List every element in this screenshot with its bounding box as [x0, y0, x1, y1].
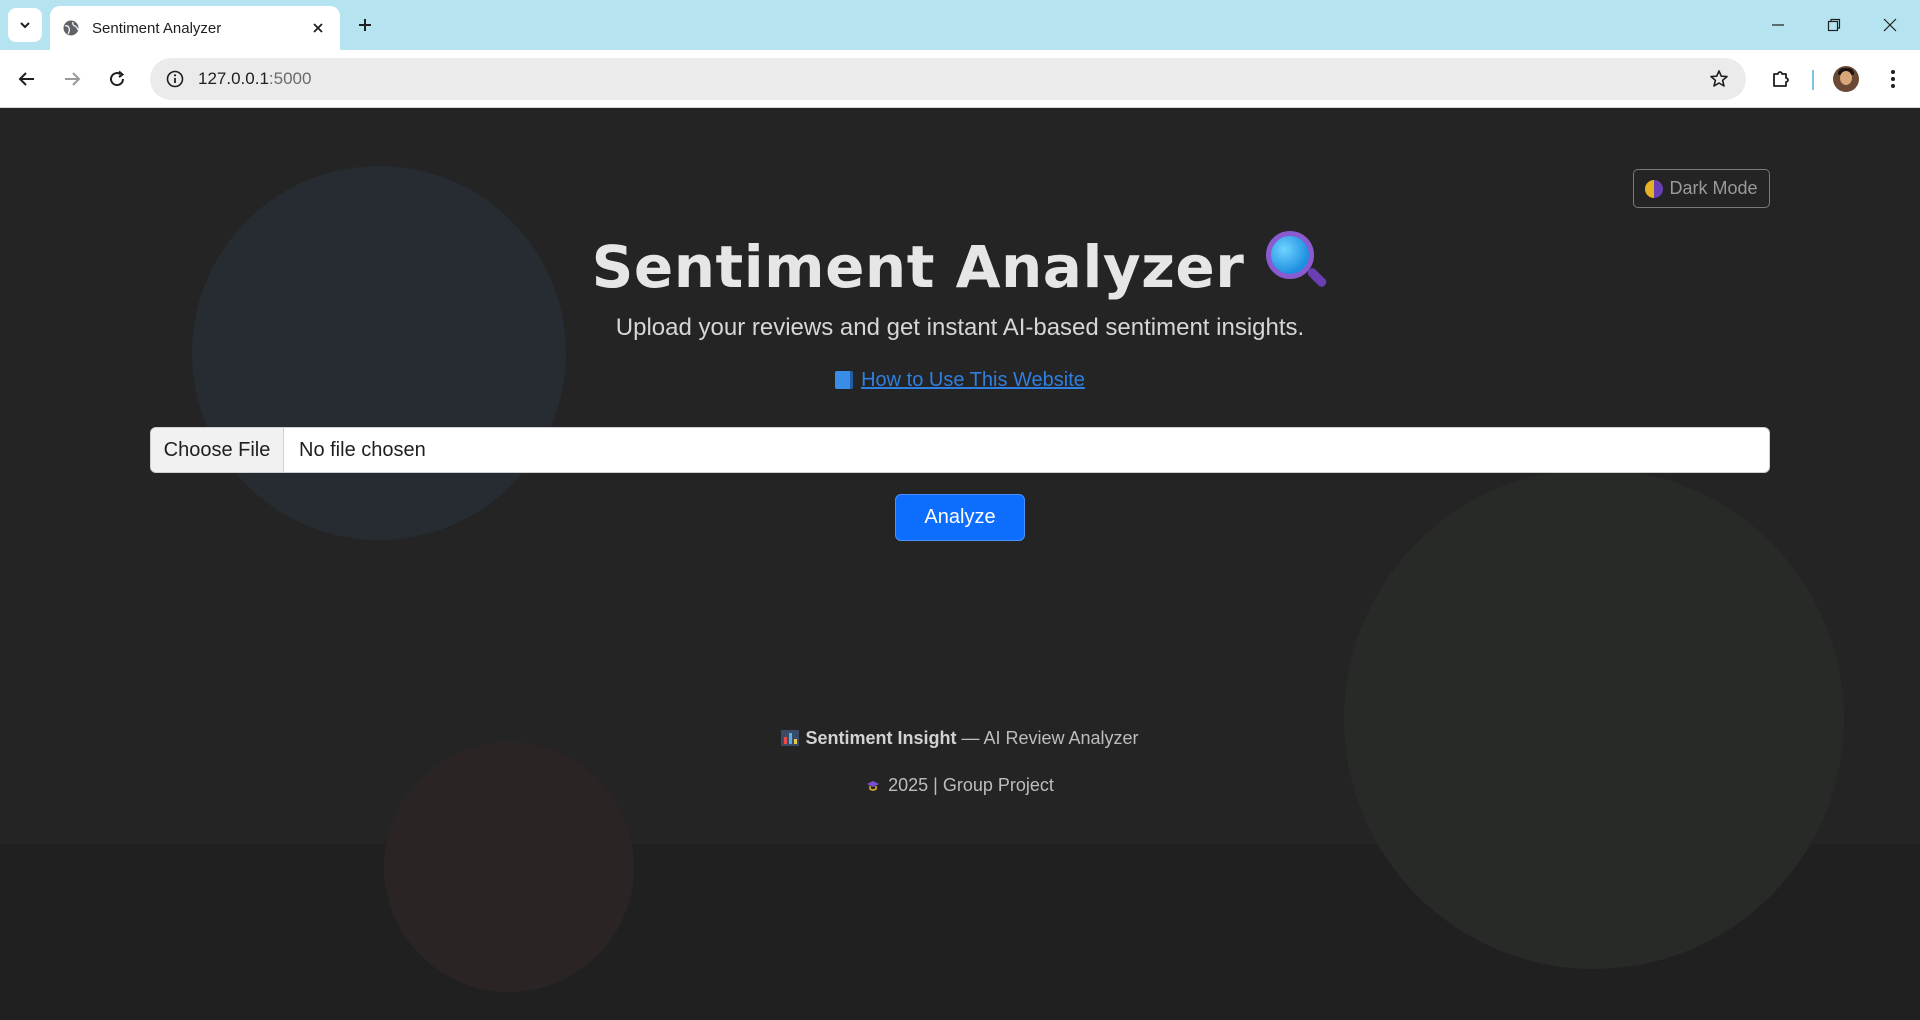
half-moon-icon [1645, 179, 1664, 198]
url-port: :5000 [268, 69, 312, 88]
page-title: Sentiment Analyzer [0, 231, 1920, 301]
dark-mode-label: Dark Mode [1669, 178, 1758, 198]
footer-tagline: — AI Review Analyzer [961, 728, 1139, 748]
page-subtitle: Upload your reviews and get instant AI-b… [615, 314, 1305, 341]
address-bar[interactable]: 127.0.0.1:5000 [150, 58, 1746, 100]
extensions-button[interactable] [1764, 62, 1798, 96]
url-host: 127.0.0.1 [198, 69, 269, 88]
close-icon [1883, 18, 1897, 32]
file-upload-input[interactable]: Choose File No file chosen [150, 427, 1770, 473]
new-tab-button[interactable] [350, 10, 380, 40]
footer-brand: Sentiment Insight [805, 728, 957, 748]
background-circle [192, 166, 566, 540]
browser-menu-button[interactable] [1876, 62, 1910, 96]
puzzle-icon [1773, 71, 1789, 87]
close-window-button[interactable] [1862, 0, 1918, 50]
analyze-button[interactable]: Analyze [895, 494, 1025, 541]
arrow-left-icon [18, 72, 34, 86]
how-to-link-text: How to Use This Website [861, 369, 1085, 391]
forward-button[interactable] [55, 62, 89, 96]
close-tab-icon[interactable] [308, 18, 328, 38]
footer-brand-line: Sentiment Insight — AI Review Analyzer [0, 728, 1920, 749]
browser-tabstrip: Sentiment Analyzer [0, 0, 1920, 50]
book-icon [835, 371, 854, 389]
file-status-text: No file chosen [299, 438, 426, 461]
how-to-section: How to Use This Website [0, 369, 1920, 392]
toolbar-divider [1812, 70, 1814, 90]
bookmark-star-icon[interactable] [1706, 66, 1732, 92]
footer-credit-line: 2025 | Group Project [0, 775, 1920, 796]
back-button[interactable] [10, 62, 44, 96]
profile-avatar[interactable] [1833, 66, 1859, 92]
footer-credit: 2025 | Group Project [888, 775, 1054, 795]
background-circle [1344, 469, 1844, 969]
minimize-window-button[interactable] [1750, 0, 1806, 50]
more-vertical-icon [1891, 70, 1895, 88]
arrow-right-icon [65, 72, 81, 86]
page-content: Dark Mode Sentiment Analyzer Upload your… [0, 109, 1920, 1020]
page-title-text: Sentiment Analyzer [591, 233, 1245, 301]
chevron-down-icon [20, 22, 30, 29]
reload-button[interactable] [100, 62, 134, 96]
bar-chart-icon [781, 730, 800, 746]
url-text: 127.0.0.1:5000 [198, 69, 1706, 89]
restore-icon [1827, 18, 1841, 32]
plus-icon [359, 19, 371, 31]
minimize-icon [1772, 24, 1784, 26]
globe-icon [62, 19, 80, 37]
tab-search-button[interactable] [8, 8, 42, 42]
magnifying-glass-icon [1266, 231, 1329, 293]
graduation-cap-icon [866, 777, 880, 791]
tab-title: Sentiment Analyzer [92, 19, 222, 37]
browser-tab-active[interactable]: Sentiment Analyzer [50, 6, 340, 50]
dark-mode-toggle[interactable]: Dark Mode [1633, 169, 1770, 208]
browser-toolbar: 127.0.0.1:5000 [0, 50, 1920, 108]
how-to-link[interactable]: How to Use This Website [835, 369, 1085, 391]
reload-icon [110, 70, 125, 87]
choose-file-button[interactable]: Choose File [151, 428, 284, 472]
restore-window-button[interactable] [1806, 0, 1862, 50]
site-info-icon[interactable] [164, 68, 186, 90]
